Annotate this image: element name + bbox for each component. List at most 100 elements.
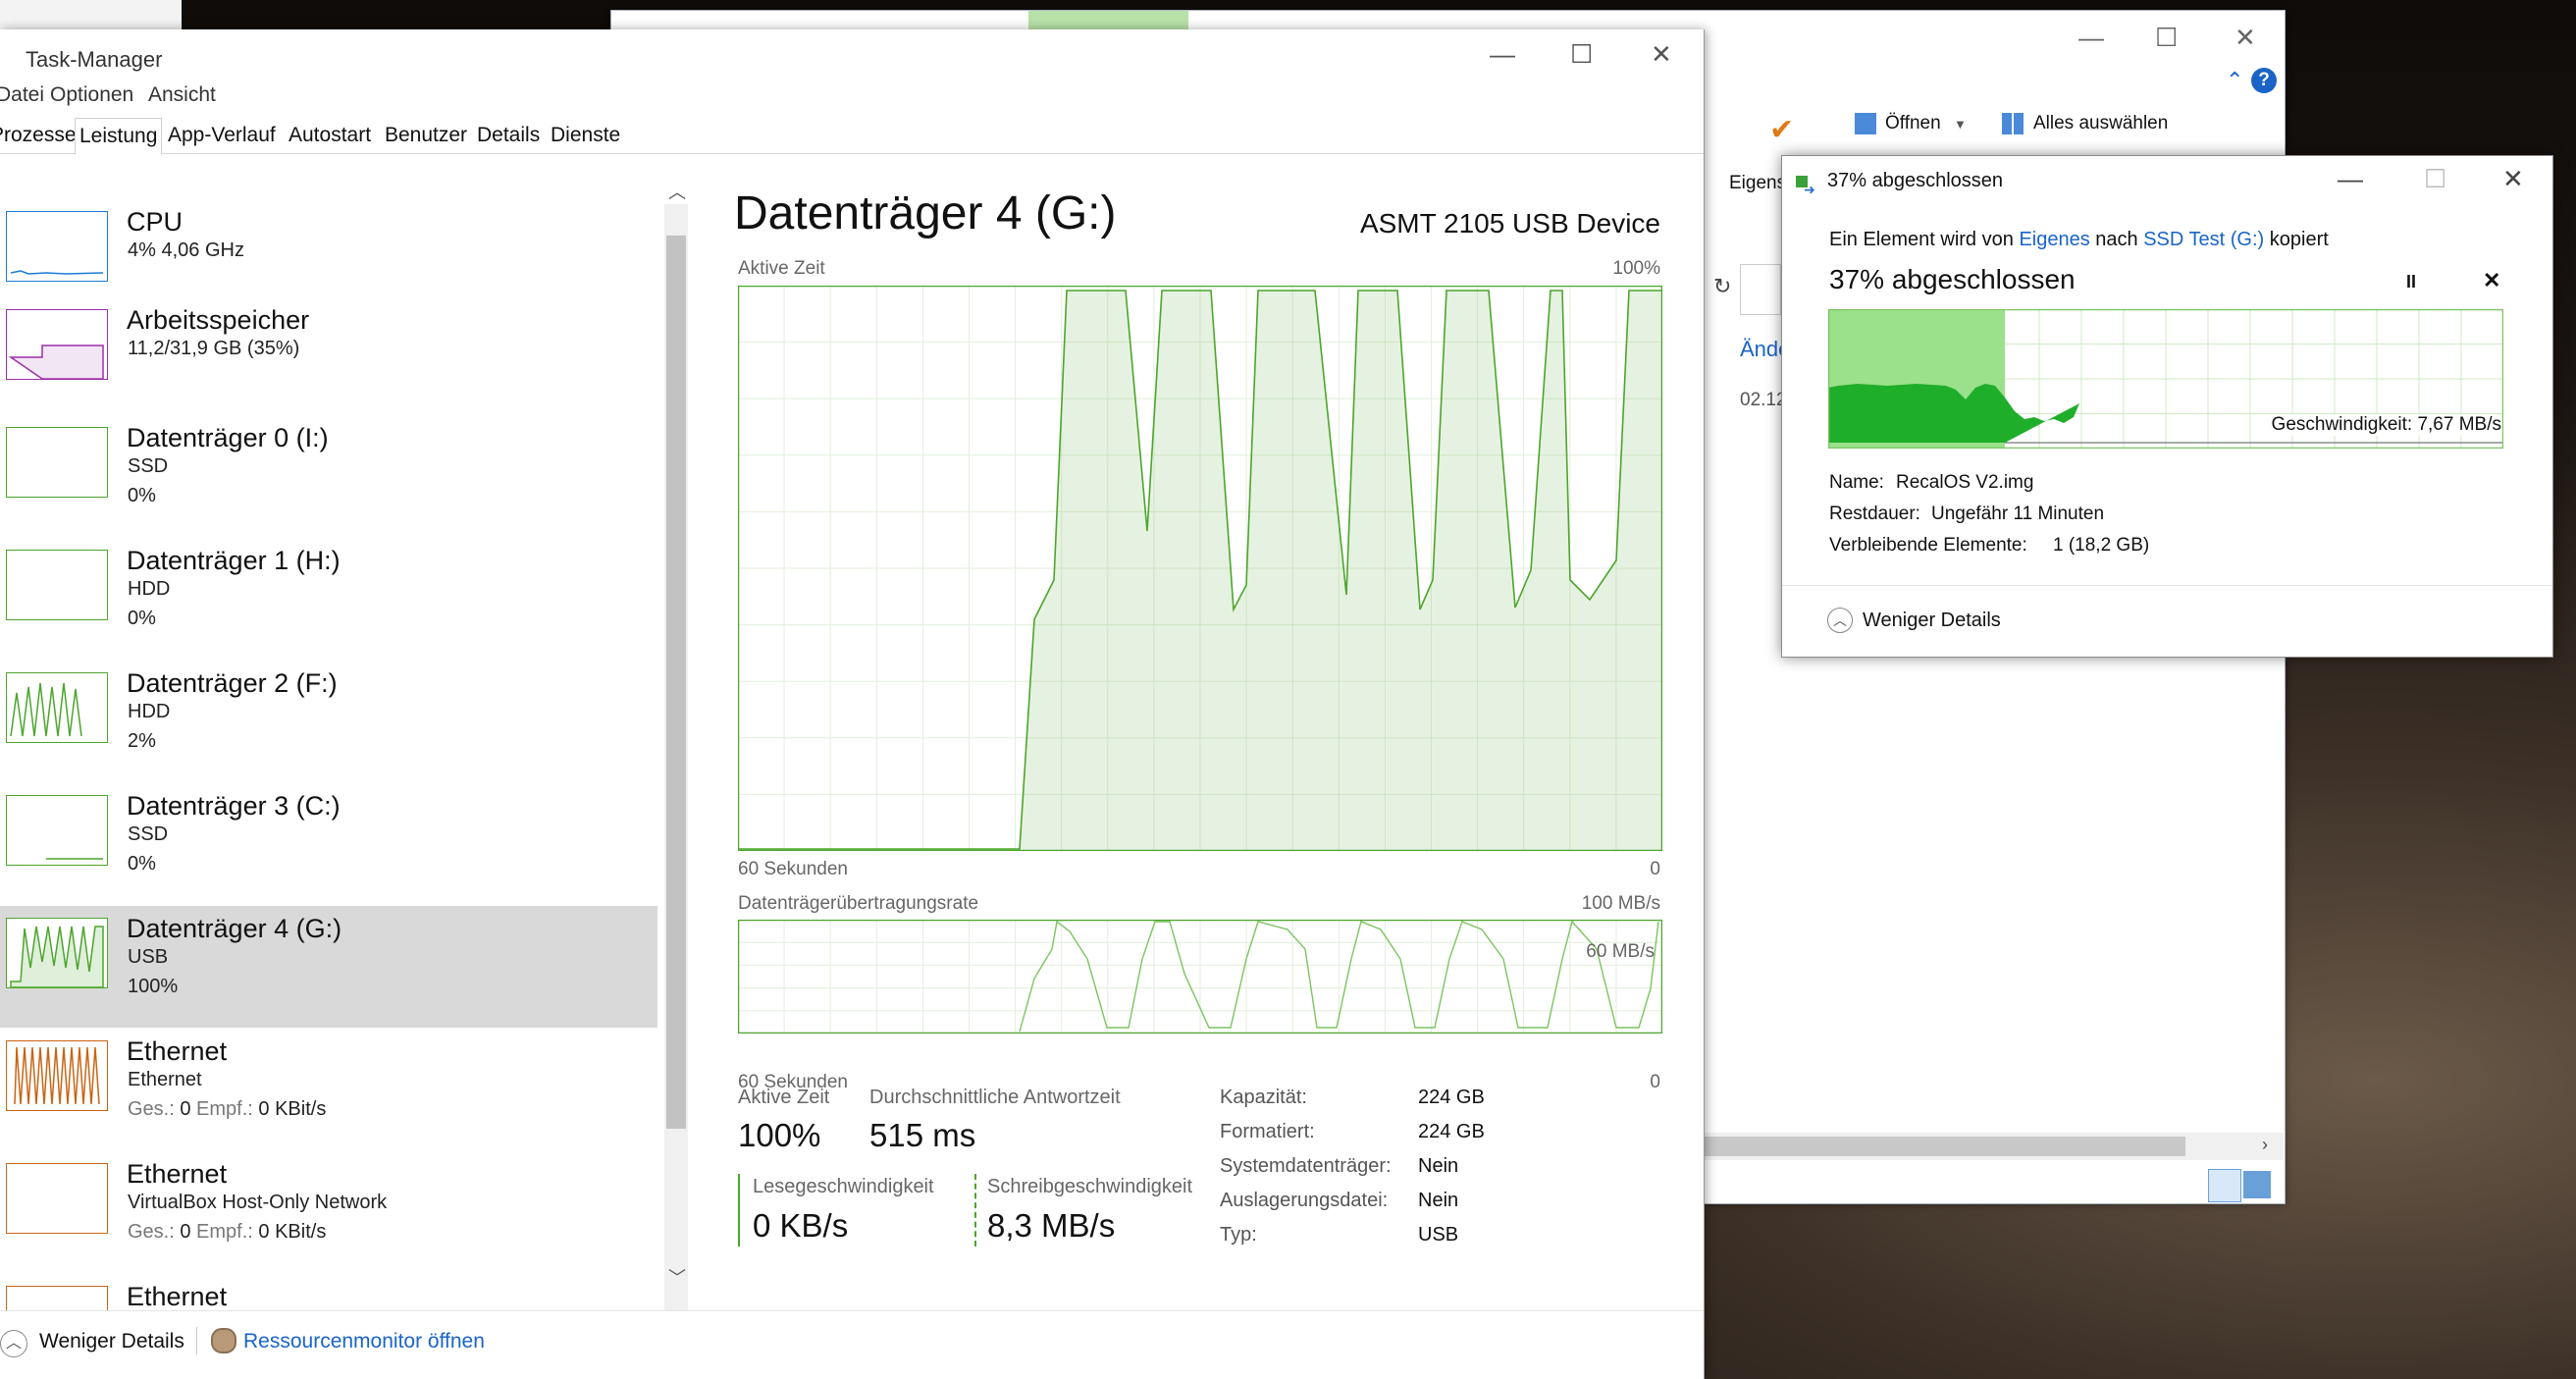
eigens-label: Eigens	[1729, 173, 1787, 193]
window-title: Task-Manager	[26, 47, 163, 72]
disk-info-key: Auslagerungsdatei:	[1220, 1190, 1389, 1211]
sidebar-thumbnail-graph	[6, 1040, 108, 1111]
active-time-label: Aktive Zeit	[738, 1087, 830, 1108]
cancel-copy-icon[interactable]: ✕	[2483, 268, 2500, 293]
disk-info-value: 224 GB	[1418, 1121, 1485, 1142]
select-all-button[interactable]: Alles auswählen	[2033, 113, 2168, 134]
sidebar-item[interactable]: Datenträger 2 (F:) HDD 2%	[0, 661, 657, 782]
bottom-bar: ︿ Weniger Details Ressourcenmonitor öffn…	[0, 1310, 1704, 1379]
desc-pre: Ein Element wird von	[1829, 229, 2014, 250]
sidebar-item[interactable]: Ethernet Ethernet Ges.: 0 Empf.: 0 KBit/s	[0, 1029, 657, 1150]
sidebar-thumbnail-graph	[6, 918, 108, 988]
tab-app-history[interactable]: App-Verlauf	[164, 118, 280, 153]
menu-optionen[interactable]: Optionen	[50, 83, 133, 107]
sidebar-item[interactable]: Arbeitsspeicher 11,2/31,9 GB (35%)	[0, 297, 657, 419]
sidebar-thumbnail-graph	[6, 550, 108, 620]
graph2-label: Datenträgerübertragungsrate	[738, 893, 979, 914]
throughput-value: 0 KBit/s	[252, 1221, 327, 1243]
write-speed-label: Schreibgeschwindigkeit	[987, 1176, 1193, 1197]
less-details-button[interactable]: Weniger Details	[39, 1330, 184, 1353]
scrollbar-thumb[interactable]	[1705, 1137, 2185, 1156]
avg-response-label: Durchschnittliche Antwortzeit	[869, 1087, 1121, 1108]
graph1-label: Aktive Zeit	[738, 258, 825, 279]
sidebar-item-detail: SSD	[128, 823, 169, 845]
chevron-up-icon[interactable]: ︿	[0, 1330, 27, 1357]
copy-speed: Geschwindigkeit: 7,67 MB/s	[2271, 414, 2501, 436]
tab-startup[interactable]: Autostart	[285, 118, 375, 153]
menu-datei[interactable]: Datei	[0, 83, 44, 107]
horizontal-scrollbar[interactable]: ›	[1705, 1133, 2284, 1160]
tab-details[interactable]: Details	[473, 118, 544, 153]
sidebar-item-usage: 0%	[128, 853, 156, 875]
disk-info-key: Systemdatenträger:	[1220, 1155, 1392, 1177]
sidebar-item-usage: 0%	[128, 608, 156, 629]
name-value: RecalOS V2.img	[1896, 472, 2034, 493]
graph1-time-right: 0	[1650, 859, 1660, 879]
sidebar-item[interactable]: Ethernet VirtualBox Host-Only Network Ges.…	[0, 1151, 657, 1273]
menu-ansicht[interactable]: Ansicht	[148, 83, 216, 107]
pause-icon[interactable]: II	[2406, 272, 2416, 292]
tab-users[interactable]: Benutzer	[381, 118, 471, 153]
details-view-icon[interactable]	[2208, 1169, 2241, 1202]
sidebar-item[interactable]: Datenträger 0 (I:) SSD 0%	[0, 415, 657, 537]
task-manager-window: Task-Manager — ☐ ✕ Datei Optionen Ansich…	[0, 29, 1705, 1379]
throughput-value: 0 KBit/s	[252, 1098, 327, 1120]
read-indicator	[738, 1174, 740, 1246]
resource-monitor-icon	[211, 1328, 237, 1353]
minimize-icon[interactable]: —	[2338, 164, 2363, 194]
performance-sidebar: CPU 4% 4,06 GHz Arbeitsspeicher 11,2/31,9 G…	[0, 201, 659, 1320]
background-window-strip	[0, 0, 182, 29]
select-all-icon	[2002, 113, 2024, 134]
tab-processes[interactable]: Prozesse	[0, 118, 80, 153]
scroll-right-icon[interactable]: ›	[2262, 1135, 2268, 1155]
scroll-down-icon[interactable]: ﹀	[668, 1264, 686, 1290]
desc-mid: nach	[2095, 229, 2138, 250]
graph1-max: 100%	[1612, 258, 1660, 279]
sidebar-item-detail: Ethernet	[128, 1069, 202, 1090]
throughput-label: Empf.:	[196, 1221, 253, 1243]
open-button[interactable]: Öffnen	[1885, 113, 1941, 134]
help-icon[interactable]: ?	[2251, 68, 2277, 93]
write-indicator	[974, 1174, 976, 1246]
dropdown-arrow-icon[interactable]: ▼	[1954, 117, 1967, 132]
sidebar-scrollbar-thumb[interactable]	[666, 236, 686, 1129]
close-icon[interactable]: ✕	[1651, 39, 1672, 70]
sidebar-item-usage: 100%	[128, 976, 179, 997]
thumbnail-line	[10, 926, 104, 988]
bottom-divider	[196, 1327, 197, 1354]
remaining-label: Restdauer:	[1829, 504, 1920, 524]
close-icon[interactable]: ✕	[2234, 23, 2256, 53]
open-resource-monitor-link[interactable]: Ressourcenmonitor öffnen	[243, 1330, 485, 1353]
source-link[interactable]: Eigenes	[2019, 229, 2089, 250]
tab-performance[interactable]: Leistung	[75, 118, 163, 155]
tiles-view-icon[interactable]	[2243, 1171, 2271, 1198]
sidebar-item-name: CPU	[127, 207, 184, 237]
less-details-button[interactable]: Weniger Details	[1863, 610, 2001, 632]
sidebar-item-name: Ethernet	[127, 1282, 228, 1311]
sidebar-thumbnail-graph	[6, 795, 108, 866]
file-date: 02.12	[1740, 390, 1787, 410]
minimize-icon[interactable]: —	[1490, 39, 1515, 70]
refresh-icon[interactable]: ↻	[1713, 274, 1731, 299]
sidebar-item-name: Datenträger 4 (G:)	[127, 914, 342, 943]
maximize-icon[interactable]: ☐	[2155, 23, 2178, 53]
desc-post: kopiert	[2269, 229, 2329, 250]
chevron-up-icon[interactable]: ⌃	[2226, 68, 2243, 93]
sidebar-item[interactable]: Datenträger 3 (C:) SSD 0%	[0, 783, 657, 905]
sidebar-item-name: Datenträger 1 (H:)	[127, 546, 341, 575]
search-box-edge[interactable]	[1740, 264, 1781, 315]
throughput-value: 0	[174, 1221, 197, 1243]
checkmark-icon: ✔	[1769, 114, 1795, 146]
close-icon[interactable]: ✕	[2502, 164, 2524, 194]
sidebar-item[interactable]: Datenträger 4 (G:) USB 100%	[0, 906, 657, 1028]
write-speed-value: 8,3 MB/s	[987, 1207, 1116, 1244]
active-time-value: 100%	[738, 1117, 821, 1153]
maximize-icon[interactable]: ☐	[1570, 39, 1593, 70]
minimize-icon[interactable]: —	[2078, 23, 2104, 53]
scroll-up-icon[interactable]: ︿	[668, 179, 686, 204]
read-speed-value: 0 KB/s	[753, 1207, 849, 1244]
sidebar-item[interactable]: Datenträger 1 (H:) HDD 0%	[0, 538, 657, 660]
chevron-up-icon[interactable]: ︿	[1827, 608, 1853, 633]
destination-link[interactable]: SSD Test (G:)	[2143, 229, 2264, 250]
tab-services[interactable]: Dienste	[547, 118, 624, 153]
